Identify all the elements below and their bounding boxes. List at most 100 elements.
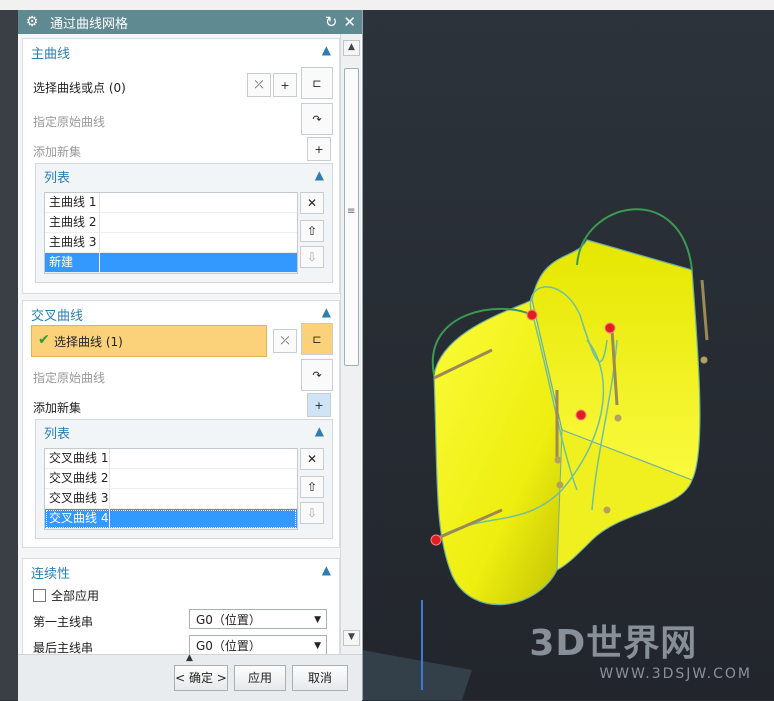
check-icon: ✔ [38, 332, 50, 348]
dialog-button-bar: ▲ < 确定 > 应用 取消 [18, 653, 362, 701]
node-point [603, 506, 611, 514]
list-item[interactable]: 主曲线 1 [45, 193, 297, 213]
direction-arrow-3 [700, 279, 709, 341]
last-primary-label: 最后主线串 [33, 641, 94, 654]
apply-button[interactable]: 应用 [234, 665, 286, 691]
dialog-titlebar: ⚙ 通过曲线网格 ↻ ✕ [18, 10, 362, 34]
list-title: 列表 [44, 427, 71, 442]
primary-list[interactable]: 主曲线 1 主曲线 2 主曲线 3 新建 [44, 192, 298, 274]
deselect-icon[interactable]: ⤫ [273, 329, 297, 353]
primary-list-panel: 列表 ▲ 主曲线 1 主曲线 2 主曲线 3 新建 ✕ ⇧ ⇩ [35, 163, 333, 283]
add-set-icon[interactable]: + [307, 137, 331, 161]
curve-mesh-dialog: ⚙ 通过曲线网格 ↻ ✕ 主曲线 ▲ 选择曲线或点 (0) ⤫ + ⊏ 指定原始… [18, 10, 363, 701]
add-set-icon[interactable]: + [307, 393, 331, 417]
ok-button[interactable]: < 确定 > [174, 665, 228, 691]
scroll-thumb[interactable] [344, 68, 359, 366]
dropdown-arrow-icon: ▼ [314, 641, 321, 651]
scroll-up-icon[interactable]: ▲ [343, 40, 360, 56]
select-curve-row[interactable]: ✔ 选择曲线 (1) [31, 325, 267, 357]
move-up-icon[interactable]: ⇧ [300, 220, 324, 242]
apply-all-checkbox[interactable] [33, 589, 46, 602]
list-item-label: 主曲线 2 [49, 215, 97, 229]
section-title[interactable]: 主曲线 [31, 43, 70, 62]
chevron-up-icon[interactable]: ▲ [322, 305, 331, 319]
chevron-up-icon[interactable]: ▲ [315, 168, 324, 182]
last-primary-select[interactable]: G0（位置） ▼ [189, 635, 327, 654]
origin-curve-icon[interactable]: ↷ [301, 103, 333, 135]
node-point [614, 414, 622, 422]
watermark-sub: WWW.3DSJW.COM [599, 666, 752, 682]
list-item[interactable]: 交叉曲线 2 [45, 469, 297, 489]
move-up-icon[interactable]: ⇧ [300, 476, 324, 498]
list-item-label: 交叉曲线 4 [49, 511, 109, 525]
select-curve-label: 选择曲线或点 (0) [33, 81, 126, 95]
section-continuity: 连续性 ▲ 全部应用 第一主线串 G0（位置） ▼ 最后主线串 G0（位置） ▼ [22, 558, 340, 654]
section-title[interactable]: 连续性 [31, 563, 70, 582]
list-item-label: 交叉曲线 2 [49, 471, 109, 485]
close-icon[interactable]: ✕ [343, 13, 356, 31]
cross-list-panel: 列表 ▲ 交叉曲线 1 交叉曲线 2 交叉曲线 3 交叉曲线 4 ✕ ⇧ ⇩ [35, 419, 333, 539]
add-new-set-label: 添加新集 [33, 145, 82, 159]
graphics-viewport[interactable]: 3D世界网 WWW.3DSJW.COM [362, 10, 774, 700]
control-point[interactable] [604, 322, 616, 334]
list-item-label: 主曲线 3 [49, 235, 97, 249]
dialog-title: 通过曲线网格 [50, 16, 129, 32]
list-item-label: 新建 [49, 255, 74, 269]
select-curve-label: 选择曲线 (1) [54, 335, 123, 349]
list-item[interactable]: 主曲线 2 [45, 213, 297, 233]
node-point [700, 356, 708, 364]
origin-curve-icon[interactable]: ↷ [301, 359, 333, 391]
list-item[interactable]: 主曲线 3 [45, 233, 297, 253]
control-point[interactable] [430, 534, 442, 546]
cross-list[interactable]: 交叉曲线 1 交叉曲线 2 交叉曲线 3 交叉曲线 4 [44, 448, 298, 530]
reset-icon[interactable]: ↻ [325, 13, 338, 31]
remove-icon[interactable]: ✕ [300, 192, 324, 214]
node-point [554, 456, 562, 464]
ground-plane [362, 650, 472, 700]
chevron-up-icon[interactable]: ▲ [315, 424, 324, 438]
surface-model [362, 208, 709, 700]
curve-rule-icon[interactable]: ⊏ [301, 323, 333, 355]
deselect-icon[interactable]: ⤫ [247, 73, 271, 97]
select-value: G0（位置） [196, 613, 261, 627]
grip-icon: ≡ [347, 206, 356, 217]
dialog-scrollbar[interactable]: ▲ ≡ ▼ [340, 34, 361, 654]
node-point [556, 481, 564, 489]
list-item-label: 主曲线 1 [49, 195, 97, 209]
chevron-up-icon[interactable]: ▲ [322, 563, 331, 577]
collapse-icon[interactable]: ▲ [186, 653, 193, 663]
gear-icon[interactable]: ⚙ [24, 14, 40, 30]
list-item-label: 交叉曲线 3 [49, 491, 109, 505]
point-dialog-icon[interactable]: + [273, 73, 297, 97]
specify-origin-label: 指定原始曲线 [33, 115, 106, 129]
section-primary-curves: 主曲线 ▲ 选择曲线或点 (0) ⤫ + ⊏ 指定原始曲线 ↷ 添加新集 + 列… [22, 38, 340, 294]
section-cross-curves: 交叉曲线 ▲ ✔ 选择曲线 (1) ⤫ ⊏ 指定原始曲线 ↷ 添加新集 + 列表… [22, 300, 340, 548]
watermark: 3D世界网 WWW.3DSJW.COM [529, 614, 752, 682]
control-point[interactable] [526, 309, 538, 321]
list-item[interactable]: 新建 [45, 253, 297, 273]
left-graphics-strip [0, 10, 18, 700]
specify-origin-label: 指定原始曲线 [33, 371, 106, 385]
remove-icon[interactable]: ✕ [300, 448, 324, 470]
list-item-label: 交叉曲线 1 [49, 451, 109, 465]
select-value: G0（位置） [196, 639, 261, 653]
move-down-icon[interactable]: ⇩ [300, 246, 324, 268]
move-down-icon[interactable]: ⇩ [300, 502, 324, 524]
section-title[interactable]: 交叉曲线 [31, 305, 83, 324]
apply-all-label: 全部应用 [51, 589, 100, 603]
list-item[interactable]: 交叉曲线 4 [45, 509, 297, 529]
cancel-button[interactable]: 取消 [292, 665, 348, 691]
dropdown-arrow-icon: ▼ [314, 615, 321, 625]
curve-rule-icon[interactable]: ⊏ [301, 67, 333, 99]
list-item[interactable]: 交叉曲线 3 [45, 489, 297, 509]
list-title: 列表 [44, 171, 71, 186]
list-item[interactable]: 交叉曲线 1 [45, 449, 297, 469]
first-primary-select[interactable]: G0（位置） ▼ [189, 609, 327, 629]
scroll-down-icon[interactable]: ▼ [343, 630, 360, 646]
chevron-up-icon[interactable]: ▲ [322, 43, 331, 57]
control-point[interactable] [575, 409, 587, 421]
add-new-set-label: 添加新集 [33, 401, 82, 415]
watermark-main: 3D世界网 [529, 623, 698, 664]
first-primary-label: 第一主线串 [33, 615, 94, 629]
dialog-content: 主曲线 ▲ 选择曲线或点 (0) ⤫ + ⊏ 指定原始曲线 ↷ 添加新集 + 列… [18, 34, 340, 654]
